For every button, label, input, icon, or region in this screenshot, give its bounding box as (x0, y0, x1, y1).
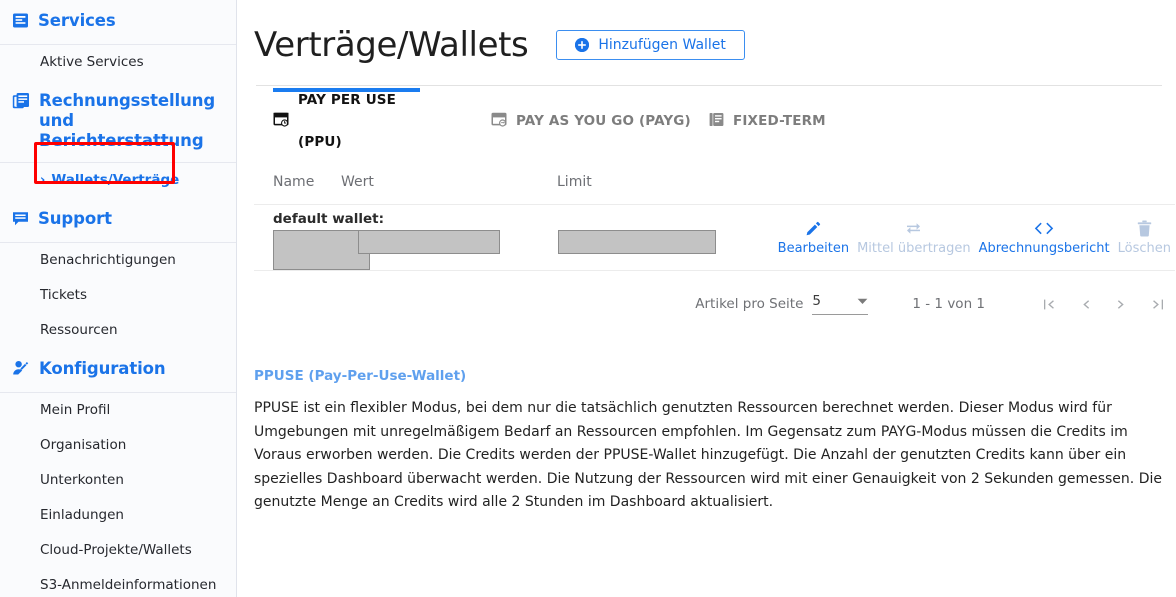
app-root: Services Aktive Services Rechnungsstellu… (0, 0, 1176, 597)
sidebar-item-s3-anmeldeinformationen[interactable]: S3-Anmeldeinformationen (0, 568, 236, 597)
description-title: PPUSE (Pay-Per-Use-Wallet) (254, 368, 467, 384)
sidebar-item-label: Tickets (40, 287, 87, 303)
sidebar-item-label: Aktive Services (40, 54, 144, 70)
sidebar-section-services[interactable]: Services (0, 0, 236, 45)
sidebar-item-einladungen[interactable]: Einladungen (0, 498, 236, 533)
tab-label: PAY AS YOU GO (PAYG) (516, 113, 691, 129)
sidebar-item-ressourcen[interactable]: Ressourcen (0, 313, 236, 348)
sidebar-item-benachrichtigungen[interactable]: Benachrichtigungen (0, 243, 236, 278)
trash-icon (1137, 219, 1152, 238)
sidebar-item-unterkonten[interactable]: Unterkonten (0, 463, 236, 498)
column-header-name: Name (273, 174, 315, 190)
sidebar-item-label: Unterkonten (40, 472, 124, 488)
redacted-wert-value (358, 230, 500, 254)
chat-bubble-icon (12, 210, 29, 231)
sidebar-item-tickets[interactable]: Tickets (0, 278, 236, 313)
sidebar-item-label: Wallets/Verträge (51, 172, 180, 188)
action-loeschen[interactable]: Löschen (1114, 219, 1175, 257)
sidebar-section-label: Support (38, 209, 112, 228)
book-icon (709, 112, 724, 131)
page-header: Verträge/Wallets Hinzufügen Wallet (254, 0, 1176, 72)
sidebar-section-support[interactable]: Support (0, 198, 236, 243)
chevron-right-icon: › (40, 173, 46, 188)
wallet-name-label: default wallet: (273, 211, 385, 227)
sidebar-section-billing[interactable]: Rechnungsstellung und Berichterstattung (0, 80, 236, 163)
last-page-icon[interactable] (1139, 289, 1175, 319)
action-abrechnungsbericht[interactable]: Abrechnungsbericht (975, 219, 1114, 257)
wallet-description: PPUSE (Pay-Per-Use-Wallet) PPUSE ist ein… (254, 368, 1176, 515)
cell-name: default wallet: (254, 211, 385, 270)
add-wallet-button[interactable]: Hinzufügen Wallet (556, 30, 745, 60)
sidebar-item-organisation[interactable]: Organisation (0, 428, 236, 463)
sidebar-section-label: Konfiguration (39, 359, 166, 378)
description-body: PPUSE ist ein flexibler Modus, bei dem n… (254, 400, 1162, 510)
page-range-label: 1 - 1 von 1 (912, 296, 985, 312)
items-per-page-value: 5 (812, 293, 821, 309)
sidebar-item-label: S3-Anmeldeinformationen (40, 577, 217, 593)
sidebar-item-label: Organisation (40, 437, 127, 453)
action-label: Bearbeiten (777, 241, 850, 256)
transfer-arrows-icon (904, 219, 923, 238)
sidebar-item-wallets-vertraege[interactable]: › Wallets/Verträge (0, 163, 236, 198)
items-per-page-label: Artikel pro Seite (695, 296, 804, 312)
tab-bar: PAY PER USE (PPU) PAY AS YOU GO (PAYG) F… (254, 88, 1176, 150)
card-clock-icon (273, 112, 289, 131)
column-header-wert: Wert (341, 174, 374, 190)
sidebar-section-label: Services (38, 11, 116, 30)
action-label: Abrechnungsbericht (978, 241, 1110, 256)
sidebar: Services Aktive Services Rechnungsstellu… (0, 0, 237, 597)
sidebar-item-mein-profil[interactable]: Mein Profil (0, 393, 236, 428)
previous-page-icon[interactable] (1067, 289, 1103, 319)
tab-label: FIXED-TERM (733, 113, 826, 129)
items-per-page-select[interactable]: 5 (812, 293, 869, 315)
action-label: Löschen (1117, 241, 1171, 256)
tab-fixed-term[interactable]: FIXED-TERM (709, 104, 826, 146)
next-page-icon[interactable] (1103, 289, 1139, 319)
user-edit-icon (12, 360, 30, 381)
paginator: Artikel pro Seite 5 1 - 1 von 1 (254, 284, 1175, 324)
documents-copy-icon (12, 92, 30, 114)
action-bearbeiten[interactable]: Bearbeiten (774, 219, 853, 257)
add-wallet-label: Hinzufügen Wallet (598, 37, 726, 53)
chevron-down-icon (857, 293, 868, 309)
sidebar-item-label: Benachrichtigungen (40, 252, 176, 268)
sidebar-item-cloud-projekte-wallets[interactable]: Cloud-Projekte/Wallets (0, 533, 236, 568)
tab-pay-per-use[interactable]: PAY PER USE (PPU) (273, 88, 433, 150)
redacted-name-value (273, 230, 370, 270)
cell-limit (558, 211, 773, 254)
action-mittel-uebertragen[interactable]: Mittel übertragen (853, 219, 975, 257)
cell-wert (358, 211, 558, 254)
code-brackets-icon (1033, 219, 1055, 238)
action-label: Mittel übertragen (857, 241, 971, 256)
sidebar-item-aktive-services[interactable]: Aktive Services (0, 45, 236, 80)
tab-pay-as-you-go[interactable]: PAY AS YOU GO (PAYG) (491, 104, 696, 146)
sidebar-item-label: Mein Profil (40, 402, 111, 418)
column-header-limit: Limit (557, 174, 592, 190)
table-header-row: Name Wert Limit (254, 164, 1175, 205)
table-row: default wallet: Bearbeiten Mittel übertr… (254, 205, 1175, 271)
main-content: Verträge/Wallets Hinzufügen Wallet PAY P… (237, 0, 1176, 597)
sidebar-section-konfiguration[interactable]: Konfiguration (0, 348, 236, 393)
sidebar-item-label: Einladungen (40, 507, 124, 523)
row-actions: Bearbeiten Mittel übertragen Abrechnungs… (774, 211, 1175, 257)
pencil-icon (805, 219, 822, 238)
wallets-table: Name Wert Limit default wallet: Bearbeit… (254, 164, 1175, 271)
first-page-icon[interactable] (1031, 289, 1067, 319)
sidebar-item-label: Cloud-Projekte/Wallets (40, 542, 192, 558)
sidebar-section-label: Rechnungsstellung und Berichterstattung (39, 91, 216, 150)
card-refresh-icon (491, 112, 507, 131)
sidebar-item-label: Ressourcen (40, 322, 118, 338)
tab-active-indicator (273, 88, 420, 92)
plus-circle-icon (575, 38, 590, 52)
redacted-limit-value (558, 230, 717, 254)
article-list-icon (12, 12, 29, 33)
page-title: Verträge/Wallets (254, 25, 529, 65)
